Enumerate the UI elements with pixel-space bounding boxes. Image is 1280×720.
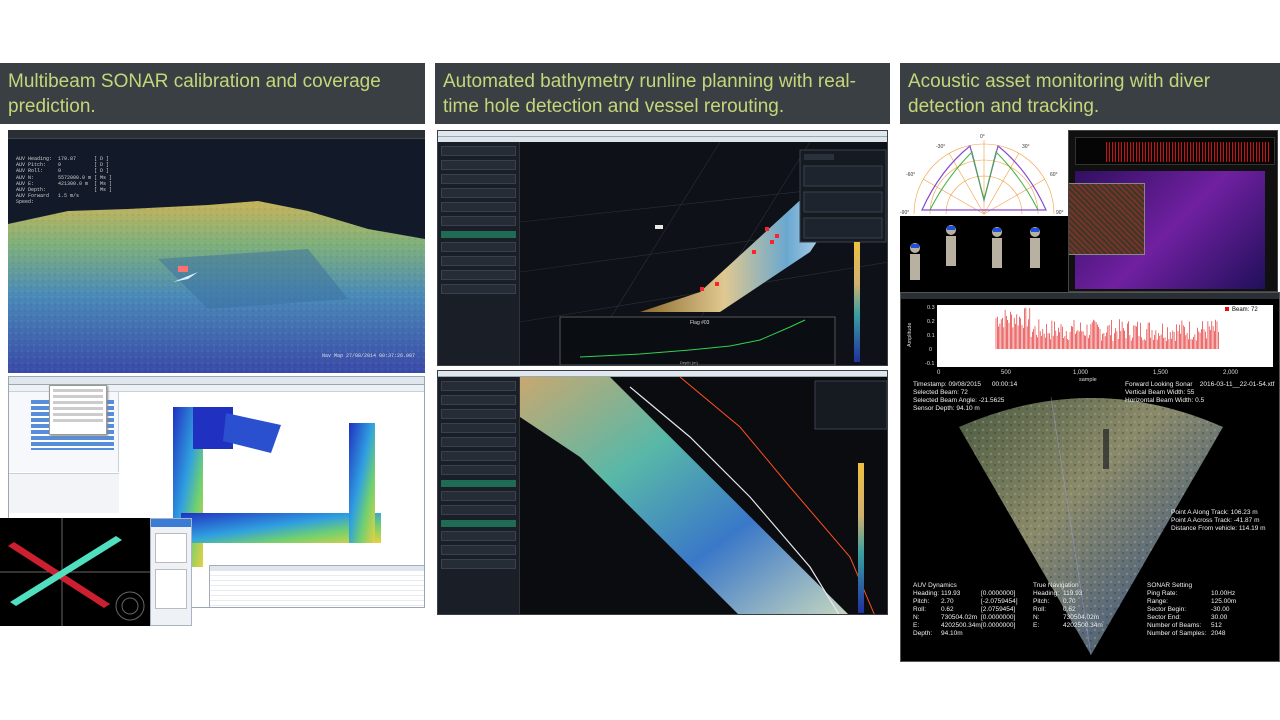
auv-row: AUV Forward Speed: 1.5 m/s — [16, 193, 80, 206]
nav-row: Pitch: 0.70 — [1033, 598, 1076, 605]
nav-row: Heading: 119.93 — [1033, 590, 1083, 597]
polar-label: -30° — [936, 144, 945, 150]
x-tick: 500 — [1001, 370, 1012, 376]
setting-row: Number of Samples: 2048 — [1147, 630, 1226, 637]
y-tick: 0.1 — [927, 333, 935, 339]
results-table[interactable] — [209, 565, 424, 607]
setting-row: Sector End: 30.00 — [1147, 614, 1228, 621]
depth-colorbar — [854, 242, 860, 362]
polar-label: 30° — [1022, 144, 1030, 150]
mini-amplitude-plot — [1075, 137, 1275, 165]
runline-3d-view[interactable]: Flag #03 Depth (m) — [520, 142, 888, 366]
setting-row: Number of Beams: 512 — [1147, 622, 1222, 629]
graph-title: Flag #03 — [690, 320, 710, 326]
dyn-row: E: 4202500.34m [0.0000000] — [913, 622, 1016, 629]
graph-xlabel: Depth (m) — [680, 360, 698, 365]
amplitude-chart — [937, 305, 1273, 367]
sonar-setting-block: SONAR Setting Ping Rate: 10.00Hz Range: 12… — [1147, 582, 1267, 638]
y-tick: 0.2 — [927, 319, 935, 325]
rerouting-sidebar[interactable] — [438, 377, 520, 614]
x-tick: 1,500 — [1153, 370, 1169, 376]
context-menu[interactable] — [49, 385, 107, 435]
window-titlebar — [8, 130, 425, 139]
y-axis-label: Amplitude — [907, 323, 913, 347]
column-calibration: Multibeam SONAR calibration and coverage… — [0, 63, 425, 124]
calibration-plot[interactable] — [0, 518, 150, 626]
setting-row: Range: 125.00m — [1147, 598, 1237, 605]
beam-cross-plot — [0, 518, 150, 626]
runline-planner-window[interactable]: Flag #03 Depth (m) — [437, 130, 888, 366]
setting-row: Sector Begin: -30.00 — [1147, 606, 1230, 613]
planner-sidebar[interactable] — [438, 142, 520, 365]
beam-fan-cyan — [10, 536, 122, 606]
waterfall-window[interactable] — [1068, 130, 1278, 292]
setting-row: Ping Rate: 10.00Hz — [1147, 590, 1236, 597]
legend-swatch — [1225, 307, 1229, 311]
dyn-row: Depth: 94.10m — [913, 630, 963, 637]
y-tick: 0.3 — [927, 305, 935, 311]
nav-row: Roll: 0.62 — [1033, 606, 1076, 613]
polar-label: -60° — [906, 172, 915, 178]
ping-info: Timestamp: 09/08/2015 00:00:14 Selected … — [913, 381, 1018, 412]
menu-bar[interactable] — [9, 377, 424, 385]
column-title: Automated bathymetry runline planning wi… — [435, 63, 890, 124]
column-title: Acoustic asset monitoring with diver det… — [900, 63, 1280, 124]
diver-detection-strip — [900, 216, 1068, 292]
x-axis-label: sample — [1079, 377, 1097, 383]
polar-label: 60° — [1050, 172, 1058, 178]
calibration-settings[interactable] — [150, 518, 192, 626]
dyn-row: Pitch: 2.70 [-2.0759454] — [913, 598, 1018, 605]
sonar-setting-title: SONAR Setting — [1147, 582, 1193, 589]
column-runline: Automated bathymetry runline planning wi… — [435, 63, 890, 124]
auv-icon — [178, 266, 188, 272]
x-tick: 1,000 — [1073, 370, 1089, 376]
diver-shadow — [1103, 429, 1109, 469]
nav-row: N: 730504.02m — [1033, 614, 1100, 621]
auv-readout: AUV Heading: 179.87[ D ] AUV Pitch: 0[ D ]… — [16, 156, 126, 206]
column-title: Multibeam SONAR calibration and coverage… — [0, 63, 425, 124]
fls-sonar-window[interactable]: Beam: 72 Amplitude 0.3 0.2 0.1 0 -0.1 0 … — [900, 292, 1280, 662]
dyn-row: Roll: 0.62 [2.0759454] — [913, 606, 1016, 613]
slide: Multibeam SONAR calibration and coverage… — [0, 0, 1280, 720]
properties-panel[interactable] — [9, 473, 119, 513]
true-nav-title: True Navigation — [1033, 582, 1079, 589]
dyn-row: N: 730504.02m [0.0000000] — [913, 614, 1016, 621]
x-tick: 0 — [937, 370, 941, 376]
true-navigation-block: True Navigation Heading: 119.93 Pitch: 0.7… — [1033, 582, 1133, 630]
dyn-row: Heading: 119.93 [0.0000000] — [913, 590, 1016, 597]
auv-dynamics-block: AUV Dynamics Heading: 119.93 [0.0000000] P… — [913, 582, 1033, 638]
polar-label: 0° — [980, 134, 985, 140]
x-tick: 2,000 — [1223, 370, 1239, 376]
reroute-control-panel[interactable] — [814, 380, 887, 430]
chart-legend: Beam: 72 — [1232, 307, 1258, 313]
auv-dynamics-title: AUV Dynamics — [913, 582, 957, 589]
terrain-3d-window[interactable]: AUV Heading: 179.87[ D ] AUV Pitch: 0[ D ]… — [8, 130, 425, 373]
sonar-file-info: Forward Looking Sonar 2016-03-11__22-01-… — [1125, 381, 1275, 404]
nav-row: E: 4202500.34m — [1033, 622, 1103, 629]
depth-colorbar — [858, 463, 864, 613]
viewport-timestamp: Nav Map 27/08/2014 00:37:26.007 — [321, 353, 415, 359]
beam-pattern-polar: 0° -30° 30° -60° 60° -90° 90° — [900, 130, 1068, 216]
point-measurement: Point A Along Track: 106.23 m Point A Ac… — [1171, 509, 1266, 532]
swath-map-view[interactable] — [520, 377, 888, 615]
detection-zoom — [1069, 183, 1145, 255]
rerouting-window[interactable] — [437, 370, 888, 615]
y-tick: 0 — [929, 347, 932, 353]
y-tick: -0.1 — [925, 361, 934, 367]
column-monitoring: Acoustic asset monitoring with diver det… — [900, 63, 1280, 124]
